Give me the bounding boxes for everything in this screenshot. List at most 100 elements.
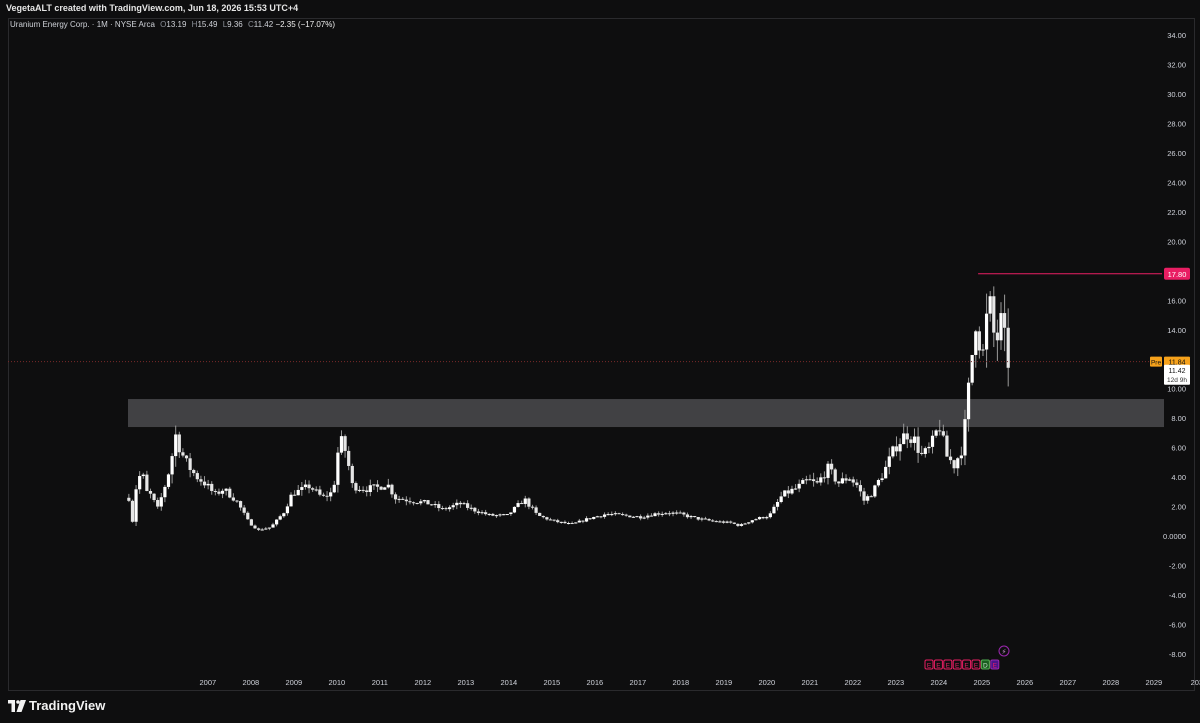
- candle-body[interactable]: [466, 503, 470, 508]
- candle-body[interactable]: [696, 516, 700, 520]
- candle-body[interactable]: [974, 331, 978, 355]
- candle-body[interactable]: [970, 354, 974, 383]
- candle-body[interactable]: [858, 485, 863, 492]
- candle-body[interactable]: [271, 524, 275, 528]
- candle-body[interactable]: [952, 460, 956, 469]
- candle-body[interactable]: [318, 489, 322, 495]
- candle-body[interactable]: [458, 502, 463, 505]
- candle-body[interactable]: [992, 296, 996, 333]
- candle-body[interactable]: [819, 477, 823, 483]
- candle-body[interactable]: [469, 507, 473, 509]
- candle-body[interactable]: [523, 498, 527, 504]
- candle-body[interactable]: [321, 494, 326, 496]
- candle-body[interactable]: [444, 508, 448, 510]
- candle-body[interactable]: [440, 508, 444, 510]
- candle-body[interactable]: [635, 516, 639, 518]
- candle-body[interactable]: [332, 484, 336, 493]
- candle-body[interactable]: [235, 500, 239, 502]
- candle-body[interactable]: [765, 517, 769, 519]
- candle-body[interactable]: [401, 498, 405, 500]
- candle-body[interactable]: [880, 478, 884, 480]
- candle-body[interactable]: [739, 524, 744, 526]
- candle-body[interactable]: [592, 516, 596, 519]
- candle-body[interactable]: [199, 479, 203, 482]
- candle-body[interactable]: [887, 456, 891, 467]
- candle-body[interactable]: [156, 500, 160, 507]
- candle-body[interactable]: [664, 513, 668, 515]
- candle-body[interactable]: [134, 489, 138, 522]
- candle-body[interactable]: [923, 448, 927, 454]
- candle-body[interactable]: [927, 446, 931, 449]
- candle-body[interactable]: [177, 434, 181, 453]
- candle-body[interactable]: [224, 488, 228, 491]
- candle-body[interactable]: [433, 504, 437, 506]
- candle-body[interactable]: [415, 503, 419, 505]
- candle-body[interactable]: [311, 488, 315, 490]
- candle-body[interactable]: [408, 501, 412, 503]
- candle-body[interactable]: [747, 522, 751, 524]
- candle-body[interactable]: [675, 512, 679, 514]
- candle-body[interactable]: [491, 513, 495, 516]
- candle-body[interactable]: [343, 436, 347, 451]
- candle-body[interactable]: [267, 527, 272, 529]
- candle-body[interactable]: [700, 518, 704, 520]
- candle-body[interactable]: [354, 483, 358, 491]
- candle-body[interactable]: [685, 514, 690, 518]
- candle-body[interactable]: [213, 490, 217, 492]
- candle-body[interactable]: [242, 507, 246, 513]
- candle-body[interactable]: [181, 452, 185, 456]
- candle-body[interactable]: [127, 497, 131, 501]
- candle-body[interactable]: [848, 479, 852, 481]
- candle-body[interactable]: [419, 501, 423, 504]
- candle-body[interactable]: [736, 523, 740, 526]
- candle-body[interactable]: [779, 496, 783, 503]
- candle-body[interactable]: [375, 484, 380, 487]
- candle-body[interactable]: [613, 513, 617, 515]
- candle-body[interactable]: [628, 515, 632, 518]
- candle-body[interactable]: [768, 513, 772, 518]
- candle-body[interactable]: [130, 500, 135, 522]
- candle-body[interactable]: [383, 487, 387, 490]
- candle-body[interactable]: [851, 479, 855, 483]
- candle-body[interactable]: [1002, 313, 1007, 328]
- candle-body[interactable]: [220, 490, 225, 494]
- candle-body[interactable]: [822, 477, 827, 479]
- candle-body[interactable]: [754, 519, 758, 521]
- candle-body[interactable]: [732, 522, 736, 524]
- candle-body[interactable]: [873, 485, 877, 497]
- candle-body[interactable]: [361, 489, 365, 491]
- candle-body[interactable]: [966, 382, 971, 420]
- candle-body[interactable]: [512, 506, 517, 513]
- candle-body[interactable]: [930, 435, 935, 447]
- candle-body[interactable]: [761, 517, 765, 519]
- candle-body[interactable]: [166, 474, 171, 487]
- candle-body[interactable]: [862, 491, 866, 501]
- candle-body[interactable]: [455, 502, 459, 506]
- candle-body[interactable]: [347, 450, 351, 466]
- candle-body[interactable]: [855, 482, 859, 486]
- candle-body[interactable]: [711, 520, 715, 522]
- candle-body[interactable]: [527, 498, 531, 507]
- candle-body[interactable]: [938, 430, 942, 432]
- candle-body[interactable]: [588, 518, 592, 520]
- candle-body[interactable]: [811, 479, 816, 482]
- candle-body[interactable]: [473, 507, 477, 512]
- candle-body[interactable]: [206, 483, 210, 486]
- candle-body[interactable]: [729, 521, 733, 523]
- candle-body[interactable]: [426, 500, 430, 505]
- candle-body[interactable]: [264, 528, 268, 530]
- candle-body[interactable]: [999, 313, 1003, 341]
- candle-body[interactable]: [170, 456, 174, 475]
- candle-body[interactable]: [775, 502, 780, 507]
- candle-body[interactable]: [808, 479, 812, 481]
- candle-body[interactable]: [660, 513, 664, 515]
- candle-body[interactable]: [653, 513, 657, 517]
- candle-body[interactable]: [350, 465, 354, 484]
- candle-body[interactable]: [447, 507, 452, 510]
- candle-body[interactable]: [934, 430, 938, 436]
- candle-body[interactable]: [520, 503, 524, 505]
- candle-body[interactable]: [945, 435, 949, 457]
- candle-body[interactable]: [801, 480, 805, 484]
- candle-body[interactable]: [548, 519, 553, 521]
- candle-body[interactable]: [682, 512, 686, 515]
